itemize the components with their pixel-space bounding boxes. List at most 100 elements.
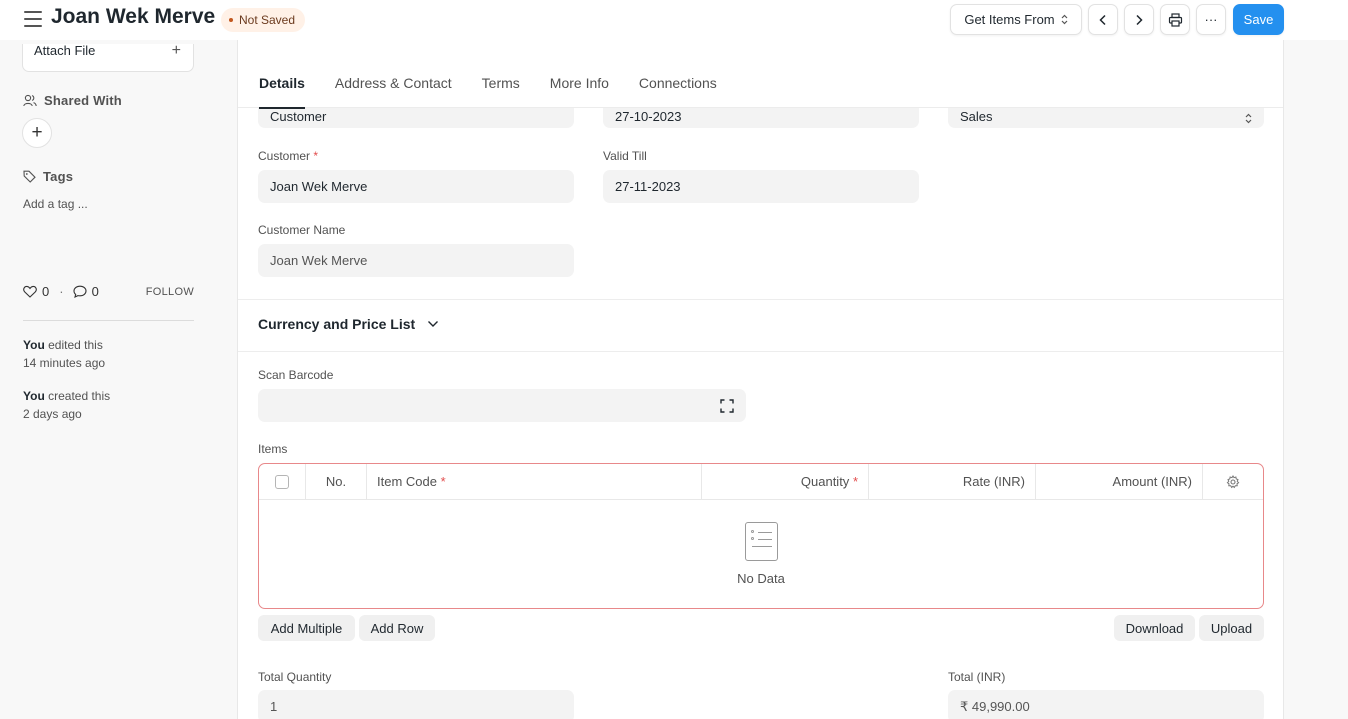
- tab-details[interactable]: Details: [244, 57, 320, 109]
- order-type-select[interactable]: Sales: [948, 108, 1264, 128]
- gear-icon[interactable]: [1226, 474, 1240, 489]
- date-value: 27-10-2023: [615, 109, 682, 124]
- tab-address-contact[interactable]: Address & Contact: [320, 57, 467, 108]
- print-button[interactable]: [1160, 4, 1190, 35]
- column-header-rate: Rate (INR): [869, 464, 1036, 499]
- form-main: Details Address & Contact Terms More Inf…: [237, 40, 1284, 719]
- chevron-down-icon: [428, 321, 439, 327]
- save-button[interactable]: Save: [1233, 4, 1284, 35]
- add-multiple-button[interactable]: Add Multiple: [258, 615, 355, 641]
- column-header-amount: Amount (INR): [1036, 464, 1203, 499]
- sidebar-divider: [23, 320, 194, 321]
- page-header: Joan Wek Merve Not Saved Get Items From …: [0, 0, 1348, 40]
- timeline-action: created this: [44, 389, 111, 403]
- select-arrows-icon: [1245, 113, 1252, 124]
- form-tabs: Details Address & Contact Terms More Inf…: [238, 57, 1283, 109]
- total-value: ₹ 49,990.00: [960, 698, 1030, 714]
- tags-heading: Tags: [23, 169, 73, 184]
- column-header-no: No.: [306, 464, 367, 499]
- section-divider: [238, 299, 1283, 300]
- tab-connections[interactable]: Connections: [624, 57, 732, 108]
- customer-input[interactable]: Joan Wek Merve: [258, 170, 574, 203]
- quantity-header-text: Quantity: [800, 474, 850, 489]
- valid-till-label: Valid Till: [603, 149, 647, 163]
- customer-name-value: Joan Wek Merve: [270, 253, 368, 268]
- printer-icon: [1168, 12, 1182, 27]
- status-badge: Not Saved: [221, 8, 306, 32]
- stats-separator: ·: [59, 284, 64, 299]
- required-mark: *: [313, 149, 319, 163]
- column-settings-cell: [1203, 464, 1263, 499]
- like-button[interactable]: 0: [23, 284, 49, 299]
- column-header-item-code: Item Code *: [367, 464, 702, 499]
- timeline-item: You created this 2 days ago: [23, 387, 110, 423]
- no-data-text: No Data: [737, 571, 785, 586]
- quotation-to-select[interactable]: Customer: [258, 108, 574, 128]
- select-arrows-icon: [1061, 14, 1068, 25]
- required-mark: *: [440, 474, 446, 489]
- tab-terms[interactable]: Terms: [467, 57, 535, 108]
- items-label: Items: [258, 442, 288, 456]
- attach-file-label: Attach File: [34, 44, 96, 58]
- valid-till-input[interactable]: 27-11-2023: [603, 170, 919, 203]
- more-label: ···: [1204, 12, 1218, 27]
- timeline-action: edited this: [44, 338, 103, 352]
- next-doc-button[interactable]: [1124, 4, 1154, 35]
- required-mark: *: [852, 474, 858, 489]
- status-dot-icon: [229, 18, 233, 22]
- date-input[interactable]: 27-10-2023: [603, 108, 919, 128]
- shared-with-heading: Shared With: [23, 93, 122, 108]
- scan-icon[interactable]: [720, 398, 734, 413]
- timeline-time: 14 minutes ago: [23, 356, 106, 370]
- tab-more-info[interactable]: More Info: [535, 57, 624, 108]
- follow-button[interactable]: FOLLOW: [146, 286, 194, 298]
- add-share-button[interactable]: +: [22, 118, 52, 148]
- select-all-checkbox[interactable]: [275, 474, 289, 489]
- menu-icon[interactable]: [24, 11, 42, 27]
- tag-icon: [23, 170, 36, 183]
- shared-with-label: Shared With: [44, 93, 122, 108]
- add-row-button[interactable]: Add Row: [359, 615, 435, 641]
- upload-button[interactable]: Upload: [1199, 615, 1264, 641]
- get-items-from-button[interactable]: Get Items From: [950, 4, 1082, 35]
- timeline-item: You edited this 14 minutes ago: [23, 336, 105, 372]
- heart-icon: [23, 285, 37, 298]
- currency-section-title: Currency and Price List: [258, 316, 416, 332]
- total-label: Total (INR): [948, 670, 1006, 684]
- valid-till-value: 27-11-2023: [615, 179, 681, 194]
- tags-label: Tags: [43, 169, 74, 184]
- items-table: No. Item Code * Quantity * Rate (INR) Am…: [258, 463, 1264, 609]
- customer-label: Customer *: [258, 149, 318, 163]
- scan-barcode-label: Scan Barcode: [258, 368, 334, 382]
- scan-barcode-input[interactable]: [258, 389, 746, 422]
- like-count: 0: [42, 284, 50, 299]
- plus-icon: +: [31, 122, 43, 143]
- comment-button[interactable]: 0: [73, 284, 99, 299]
- empty-list-icon: [744, 522, 778, 561]
- timeline-time: 2 days ago: [23, 407, 82, 421]
- section-divider: [238, 351, 1283, 352]
- currency-section-toggle[interactable]: Currency and Price List: [258, 316, 439, 332]
- items-table-header: No. Item Code * Quantity * Rate (INR) Am…: [259, 464, 1263, 500]
- customer-value: Joan Wek Merve: [270, 179, 368, 194]
- previous-doc-button[interactable]: [1088, 4, 1118, 35]
- timeline-line: You created this: [23, 387, 110, 405]
- more-actions-button[interactable]: ···: [1196, 4, 1226, 35]
- download-button[interactable]: Download: [1114, 615, 1195, 641]
- customer-name-field: Joan Wek Merve: [258, 244, 574, 277]
- order-type-value: Sales: [960, 109, 993, 124]
- empty-state: No Data: [259, 500, 1263, 608]
- comment-icon: [73, 285, 87, 298]
- get-items-label: Get Items From: [964, 12, 1055, 27]
- total-quantity-field: 1: [258, 690, 574, 719]
- timeline-line: You edited this: [23, 336, 105, 354]
- users-icon: [23, 94, 37, 107]
- total-quantity-label: Total Quantity: [258, 670, 332, 684]
- total-quantity-value: 1: [270, 699, 278, 714]
- add-tag-link[interactable]: Add a tag ...: [23, 197, 88, 211]
- item-code-header-text: Item Code: [377, 474, 437, 489]
- social-stats: 0 · 0 FOLLOW: [23, 284, 194, 299]
- form-sidebar: Attach File + Shared With + Tags Add a t…: [0, 40, 238, 719]
- customer-label-text: Customer: [258, 149, 311, 163]
- attach-file-button[interactable]: Attach File +: [22, 44, 194, 72]
